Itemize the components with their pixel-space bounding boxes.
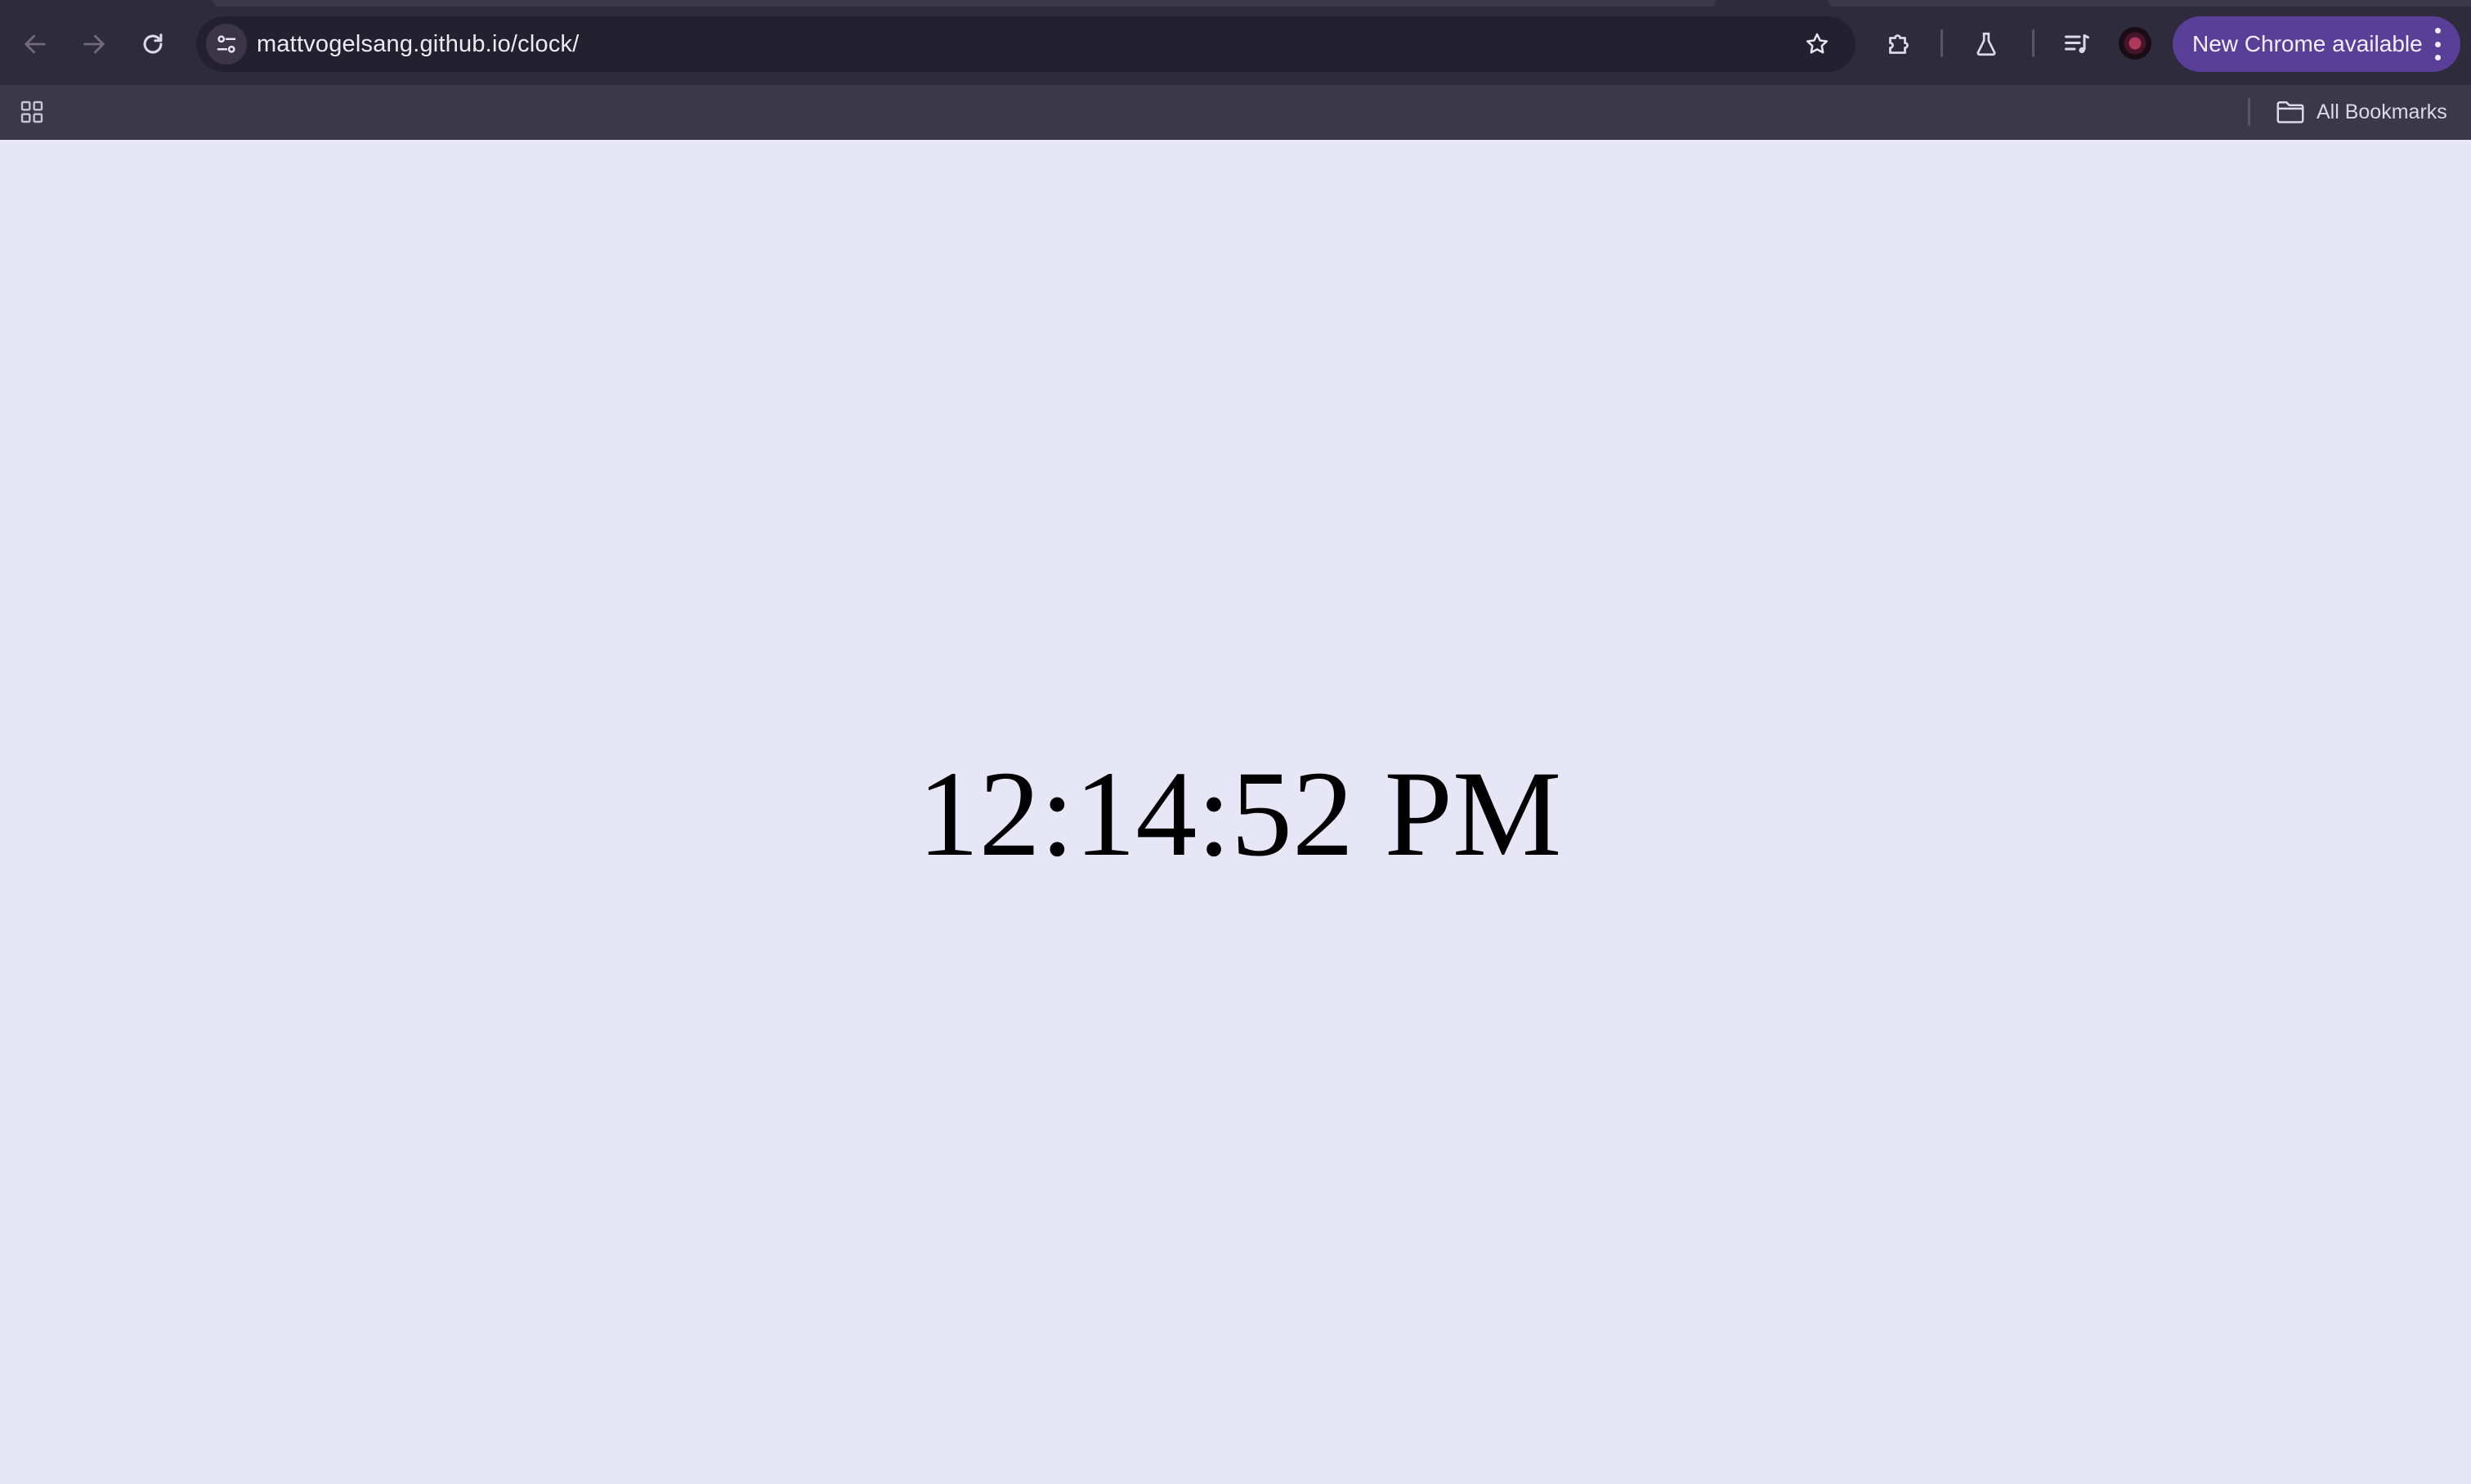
flask-icon xyxy=(1976,32,1996,56)
extensions-button[interactable] xyxy=(1875,20,1923,68)
tune-icon xyxy=(217,35,236,53)
inactive-tab-edge xyxy=(1828,0,2471,7)
forward-arrow-icon xyxy=(83,34,105,54)
reload-icon xyxy=(143,34,163,54)
update-button-label: New Chrome available xyxy=(2192,31,2423,56)
star-icon xyxy=(1806,33,1828,54)
bookmark-star-button[interactable] xyxy=(1797,24,1838,65)
all-bookmarks-button[interactable]: All Bookmarks xyxy=(2276,93,2447,131)
address-bar[interactable]: mattvogelsang.github.io/clock/ xyxy=(196,16,1855,72)
back-button[interactable] xyxy=(11,20,59,68)
media-controls-button[interactable] xyxy=(2053,20,2101,68)
url-text[interactable]: mattvogelsang.github.io/clock/ xyxy=(257,16,580,72)
toolbar-separator xyxy=(2032,29,2035,57)
toolbar-separator xyxy=(1941,29,1943,57)
profile-avatar[interactable] xyxy=(2119,27,2151,60)
clock-time-display: 12:14:52 PM xyxy=(917,746,1562,882)
labs-button[interactable] xyxy=(1963,20,2010,68)
browser-toolbar: mattvogelsang.github.io/clock/ New Chrom… xyxy=(0,0,2471,85)
active-tab-edge xyxy=(213,0,1717,7)
forward-button[interactable] xyxy=(70,20,118,68)
bookmarks-bar: All Bookmarks xyxy=(0,85,2471,140)
new-chrome-available-button[interactable]: New Chrome available xyxy=(2173,16,2460,72)
reload-button[interactable] xyxy=(129,20,177,68)
apps-button[interactable] xyxy=(15,95,49,129)
back-arrow-icon xyxy=(25,34,46,54)
apps-grid-icon xyxy=(20,101,43,123)
bookmarks-separator xyxy=(2248,98,2250,126)
page-content: 12:14:52 PM xyxy=(0,140,2471,1484)
folder-icon xyxy=(2276,101,2304,123)
playlist-icon xyxy=(2065,34,2089,54)
kebab-menu-icon[interactable] xyxy=(2433,28,2442,60)
puzzle-icon xyxy=(1889,34,1909,54)
site-info-button[interactable] xyxy=(206,24,247,65)
all-bookmarks-label: All Bookmarks xyxy=(2317,100,2447,123)
